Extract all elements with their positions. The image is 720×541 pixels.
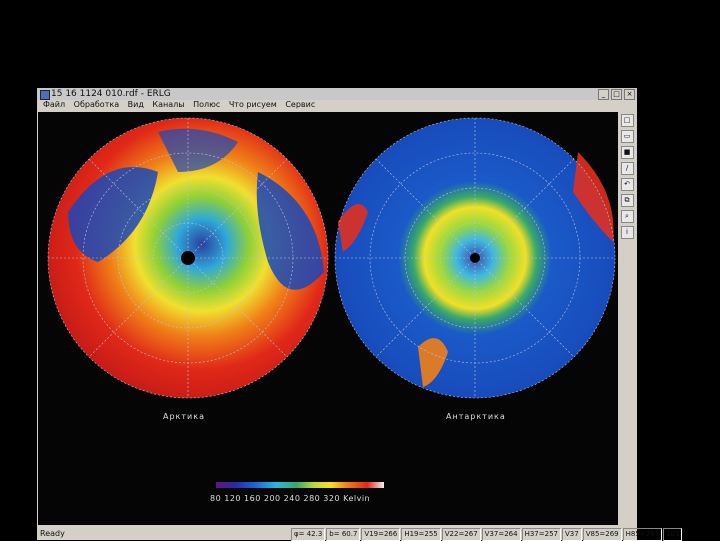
menu-channels[interactable]: Каналы: [152, 100, 184, 110]
status-cell-h37: H37=257: [521, 528, 561, 541]
new-icon[interactable]: □: [620, 114, 634, 127]
colorbar: [216, 482, 384, 488]
status-cell-lon: b= 60.7: [326, 528, 361, 541]
menu-bar: Файл Обработка Вид Каналы Полюс Что рису…: [37, 100, 637, 110]
menu-draw[interactable]: Что рисуем: [229, 100, 277, 110]
status-cell-h85: H85=261: [622, 528, 663, 541]
side-toolbar: □ ▭ ■ / ↶ ⧉ ⌕ i: [620, 114, 634, 239]
zoom-icon[interactable]: ⌕: [620, 210, 634, 223]
status-cell-extra: 105: [663, 528, 683, 541]
status-ready: Ready: [40, 529, 65, 538]
menu-view[interactable]: Вид: [128, 100, 144, 110]
window-title: 15 16 1124 010.rdf - ERLG: [51, 89, 171, 99]
status-cell-lat: φ= 42.3: [291, 528, 326, 541]
copy-icon[interactable]: ⧉: [620, 194, 634, 207]
antarctic-label: Антарктика: [446, 412, 506, 421]
menu-service[interactable]: Сервис: [285, 100, 315, 110]
map-canvas: Арктика Антарктика 80 120 160 200 240 28…: [38, 112, 618, 525]
menu-processing[interactable]: Обработка: [74, 100, 119, 110]
colorbar-ticks: 80 120 160 200 240 280 320 Kelvin: [210, 494, 371, 503]
minimize-button[interactable]: _: [598, 89, 609, 100]
app-icon: [40, 90, 50, 100]
status-cell-v37: V37=264: [481, 528, 521, 541]
maximize-button[interactable]: □: [611, 89, 622, 100]
status-cell-v19: V19=266: [361, 528, 401, 541]
info-icon[interactable]: i: [620, 226, 634, 239]
arctic-map[interactable]: [47, 117, 329, 399]
arctic-label: Арктика: [163, 412, 205, 421]
status-cell-v37b: V37: [562, 528, 582, 541]
application-window: 15 16 1124 010.rdf - ERLG _ □ × Файл Обр…: [37, 88, 683, 541]
close-button[interactable]: ×: [624, 89, 635, 100]
undo-icon[interactable]: ↶: [620, 178, 634, 191]
status-cell-v22: V22=267: [441, 528, 481, 541]
pencil-icon[interactable]: /: [620, 162, 634, 175]
polar-maps: [47, 117, 616, 488]
status-cell-v85: V85=269: [582, 528, 622, 541]
antarctic-map[interactable]: [334, 117, 616, 399]
status-bar: Ready φ= 42.3 b= 60.7 V19=266 H19=255 V2…: [37, 527, 683, 541]
title-bar[interactable]: 15 16 1124 010.rdf - ERLG _ □ ×: [37, 88, 637, 100]
save-icon[interactable]: ■: [620, 146, 634, 159]
menu-pole[interactable]: Полюс: [193, 100, 220, 110]
menu-file[interactable]: Файл: [43, 100, 65, 110]
status-cell-h19: H19=255: [401, 528, 441, 541]
open-icon[interactable]: ▭: [620, 130, 634, 143]
